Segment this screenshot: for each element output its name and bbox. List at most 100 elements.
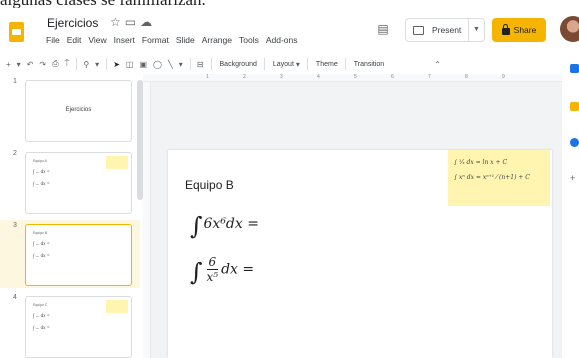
new-slide-dropdown-icon[interactable]: ▾ [17,60,21,69]
menu-bar: File Edit View Insert Format Slide Arran… [46,35,298,45]
menu-slide[interactable]: Slide [176,35,195,45]
comment-icon[interactable]: ▤ [373,20,393,38]
move-to-folder-icon[interactable]: ▭ [125,15,140,29]
filmstrip-slide-2[interactable]: 2 Equipo A ∫ ... dx = ∫ ... dx = [0,148,140,216]
horizontal-ruler: 1 2 3 4 5 6 7 8 9 [143,74,562,82]
star-icon[interactable]: ☆ [110,15,125,29]
slide-thumbnail[interactable]: Equipo A ∫ ... dx = ∫ ... dx = [25,152,132,214]
menu-edit[interactable]: Edit [67,35,82,45]
layout-button[interactable]: Layout [273,61,294,68]
ruler-tick: 7 [428,74,431,80]
expression-text: 6x⁶dx = [203,216,259,232]
integral-symbol: ∫ [190,212,203,240]
menu-view[interactable]: View [88,35,106,45]
share-button[interactable]: Share [492,18,546,42]
slide-thumbnail[interactable]: Ejercicios [25,80,132,142]
transition-button[interactable]: Transition [354,61,384,68]
expression-text: dx = [221,261,255,278]
thumbnail-formula: ∫ ... dx = [33,326,50,331]
menu-file[interactable]: File [46,35,60,45]
ruler-tick: 5 [354,74,357,80]
thumbnail-title: Ejercicios [65,107,92,113]
toolbar-divider [263,58,265,70]
print-icon[interactable]: ⎙ [52,59,58,69]
select-cursor-icon[interactable]: ➤ [113,60,120,69]
paint-format-icon[interactable]: ⍑ [65,59,70,69]
reference-formula-2: ∫ xⁿ dx = xⁿ⁺¹ ⁄ (n+1) + C [454,174,530,181]
slide-thumbnail[interactable]: Equipo B ∫ ... dx = ∫ ... dx = [25,224,132,286]
integral-expression-2[interactable]: ∫ 6 x⁵ dx = [190,255,254,286]
ruler-tick: 4 [317,74,320,80]
title-icon-group: ☆▭☁ [110,15,156,29]
menu-add-ons[interactable]: Add-ons [266,35,298,45]
present-button[interactable]: Present ▼ [405,18,485,42]
collapse-toolbar-icon[interactable]: ⌃ [434,60,441,69]
slide-number: 1 [13,78,17,85]
user-avatar[interactable] [560,16,579,42]
slide-thumbnail[interactable]: Equipo C ∫ ... dx = ∫ ... dx = [25,296,132,358]
fraction-numerator: 6 [206,255,219,270]
ruler-tick: 3 [280,74,283,80]
thumbnail-heading: Equipo C [33,303,48,307]
ruler-tick: 9 [502,74,505,80]
formula-reference-note[interactable]: ∫ ¹⁄ₓ dx = ln x + C ∫ xⁿ dx = xⁿ⁺¹ ⁄ (n+… [448,150,550,206]
present-dropdown-chevron-icon[interactable]: ▼ [468,19,484,41]
toolbar-divider [210,58,212,70]
screen: algunas clases se familiarizan. Ejercici… [0,0,579,358]
slide-heading[interactable]: Equipo B [185,178,234,192]
menu-format[interactable]: Format [142,35,169,45]
editing-toolbar: + ▾ ↶ ↷ ⎙ ⍑ ⚲ ▾ ➤ ◫ ▣ ◯ ╲ ▾ ⊟ Background… [0,54,560,74]
line-dropdown-icon[interactable]: ▾ [179,60,183,69]
zoom-dropdown-icon[interactable]: ▾ [95,60,99,69]
slide-number: 4 [13,294,17,301]
thumbnail-formula: ∫ ... dx = [33,254,50,259]
share-label: Share [513,25,537,35]
keep-icon[interactable] [570,102,579,111]
document-title[interactable]: Ejercicios [47,16,98,30]
thumbnail-note [106,156,128,169]
text-box-icon[interactable]: ◫ [126,60,134,69]
background-button[interactable]: Background [220,61,257,68]
lock-icon [501,24,510,35]
side-panel-rail: + [562,50,579,358]
vertical-ruler [143,82,151,358]
zoom-icon[interactable]: ⚲ [83,60,89,69]
thumbnail-formula: ∫ ... dx = [33,170,50,175]
ruler-tick: 8 [465,74,468,80]
current-slide[interactable]: Equipo B ∫6x⁶dx = ∫ 6 x⁵ dx = ∫ ¹⁄ₓ dx = ln… [168,150,552,358]
thumbnail-heading: Equipo B [33,231,48,235]
menu-tools[interactable]: Tools [239,35,259,45]
thumbnail-heading: Equipo A [33,159,48,163]
new-slide-icon[interactable]: + [6,60,11,69]
thumbnail-formula: ∫ ... dx = [33,182,50,187]
shape-icon[interactable]: ◯ [153,60,162,69]
present-icon [413,25,424,35]
redo-icon[interactable]: ↷ [39,60,46,69]
toolbar-divider [189,58,191,70]
integral-symbol: ∫ [190,257,203,286]
slides-logo-icon[interactable] [9,22,24,42]
comment-add-icon[interactable]: ⊟ [197,60,204,69]
filmstrip-slide-4[interactable]: 4 Equipo C ∫ ... dx = ∫ ... dx = [0,292,140,358]
filmstrip-slide-1[interactable]: 1 Ejercicios [0,76,140,144]
filmstrip-slide-3[interactable]: 3 Equipo B ∫ ... dx = ∫ ... dx = [0,220,140,288]
undo-icon[interactable]: ↶ [27,60,34,69]
integral-expression-1[interactable]: ∫6x⁶dx = [190,212,259,240]
toolbar-divider [306,58,308,70]
slide-number: 2 [13,150,17,157]
tasks-icon[interactable] [570,138,579,147]
get-add-ons-icon[interactable]: + [570,174,579,183]
ruler-tick: 6 [391,74,394,80]
slide-number: 3 [13,222,17,229]
theme-button[interactable]: Theme [316,61,338,68]
image-icon[interactable]: ▣ [139,60,147,69]
cropped-caption: algunas clases se familiarizan. [0,0,579,8]
cloud-status-icon[interactable]: ☁ [140,15,156,29]
calendar-icon[interactable] [570,64,579,73]
line-icon[interactable]: ╲ [168,60,173,69]
layout-dropdown-icon[interactable]: ▾ [296,60,300,69]
menu-insert[interactable]: Insert [114,35,135,45]
app-header: Ejercicios ☆▭☁ File Edit View Insert For… [0,8,579,52]
toolbar-divider [344,58,346,70]
menu-arrange[interactable]: Arrange [202,35,232,45]
